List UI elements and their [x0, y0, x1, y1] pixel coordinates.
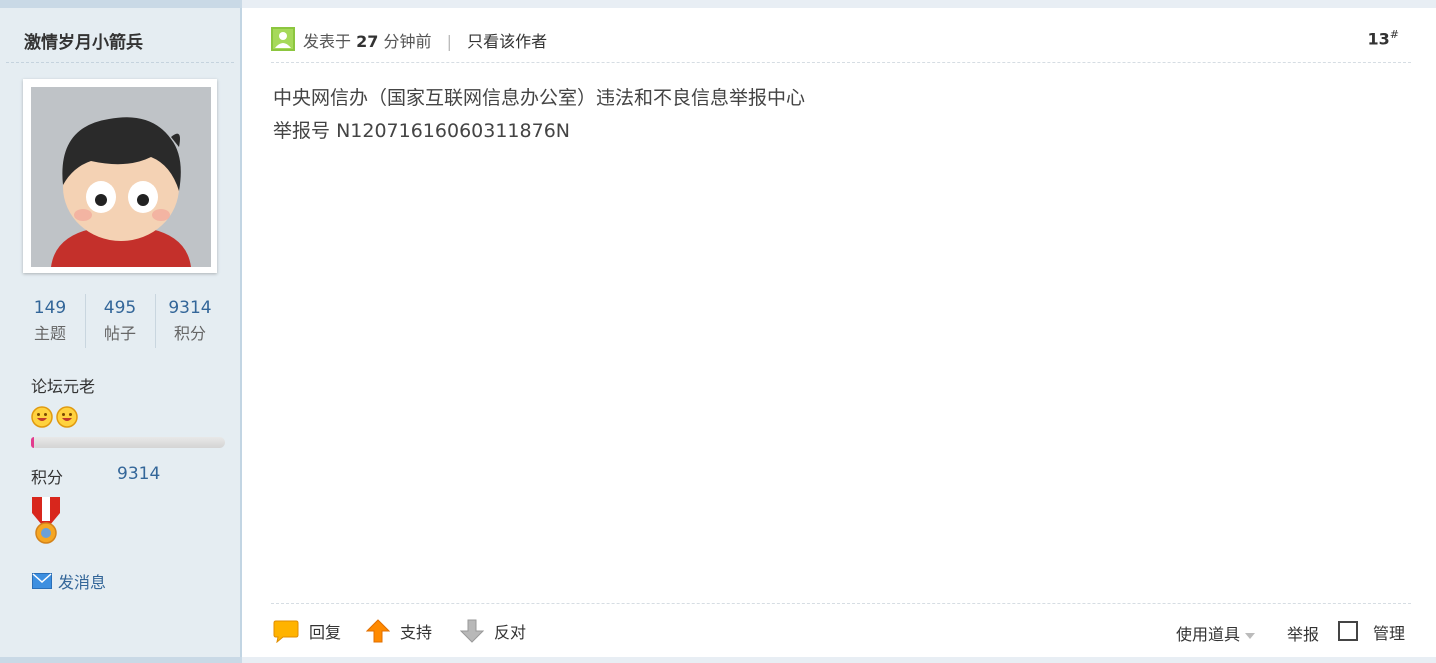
floor-number[interactable]: 13#: [1368, 28, 1399, 48]
reply-label: 回复: [309, 623, 342, 642]
stat-credits-value: 9314: [168, 298, 212, 318]
support-button[interactable]: 支持: [366, 617, 432, 645]
rank-progress-bar: [31, 437, 225, 448]
content-line-2: 举报号 N12071616060311876N: [273, 115, 805, 148]
arrow-up-icon: [366, 619, 390, 643]
posted-prefix: 发表于: [303, 32, 352, 51]
avatar[interactable]: [23, 79, 217, 273]
manage-label[interactable]: 管理: [1373, 620, 1405, 644]
send-message-link[interactable]: 发消息: [32, 569, 106, 593]
author-stats: 149 主题 495 帖子 9314 积分: [16, 294, 226, 348]
post-actions: 回复 支持 反对 使用道具 举报 管理: [271, 617, 1411, 647]
report-link[interactable]: 举报: [1287, 621, 1319, 645]
stat-posts-label: 帖子: [103, 324, 136, 343]
floor-number-value: 13: [1367, 29, 1390, 49]
smiley-icon: [56, 406, 78, 428]
report-number-label: 举报号: [273, 120, 331, 142]
author-sidebar: 激情岁月小箭兵 149 主题 495 帖子 9314 积分 论坛元老 积分 93…: [0, 8, 242, 657]
post-header: 发表于 27 分钟前 | 只看该作者 13#: [271, 26, 1411, 52]
envelope-icon: [32, 573, 52, 589]
speech-bubble-icon: [273, 620, 299, 643]
oppose-button[interactable]: 反对: [460, 617, 526, 645]
stat-credits-label: 积分: [173, 324, 206, 343]
top-strip-sidebar: [0, 0, 242, 8]
manage-checkbox[interactable]: [1338, 621, 1358, 641]
avatar-image: [31, 87, 211, 267]
meta-separator: |: [446, 32, 452, 51]
posted-suffix: 分钟前: [383, 32, 432, 51]
chevron-down-icon: [1245, 632, 1256, 639]
credit-value[interactable]: 9314: [117, 464, 160, 484]
footer-divider: [271, 603, 1411, 604]
reply-button[interactable]: 回复: [273, 617, 341, 645]
bottom-strip-sidebar: [0, 657, 242, 663]
send-message-label: 发消息: [58, 573, 107, 592]
content-line-1: 中央网信办（国家互联网信息办公室）违法和不良信息举报中心: [273, 87, 806, 109]
stat-credits[interactable]: 9314 积分: [156, 294, 224, 348]
user-rank: 论坛元老: [31, 377, 96, 396]
rank-progress-fill: [31, 437, 34, 448]
posted-time: 27: [356, 32, 379, 51]
stat-posts[interactable]: 495 帖子: [86, 294, 154, 348]
stat-threads[interactable]: 149 主题: [16, 294, 84, 348]
use-tool-dropdown[interactable]: 使用道具: [1176, 621, 1256, 645]
stat-posts-value: 495: [103, 298, 137, 318]
arrow-down-icon: [460, 619, 484, 643]
credit-label: 积分: [31, 468, 64, 487]
stat-threads-label: 主题: [33, 324, 66, 343]
medal-icon[interactable]: [30, 495, 62, 549]
stat-threads-value: 149: [33, 298, 67, 318]
use-tool-label: 使用道具: [1176, 625, 1241, 644]
oppose-label: 反对: [494, 623, 527, 642]
report-number-code: N12071616060311876N: [336, 120, 570, 142]
post-meta: 发表于 27 分钟前 | 只看该作者: [303, 28, 547, 52]
sidebar-divider: [6, 62, 234, 63]
rank-icons: [31, 405, 81, 433]
online-status-icon: [271, 27, 295, 51]
author-username[interactable]: 激情岁月小箭兵: [24, 28, 143, 53]
header-divider: [271, 62, 1411, 63]
floor-mark: #: [1389, 28, 1399, 41]
only-author-link[interactable]: 只看该作者: [467, 32, 547, 51]
post-content: 中央网信办（国家互联网信息办公室）违法和不良信息举报中心 举报号 N120716…: [273, 82, 805, 148]
smiley-icon: [31, 406, 53, 428]
support-label: 支持: [400, 623, 433, 642]
